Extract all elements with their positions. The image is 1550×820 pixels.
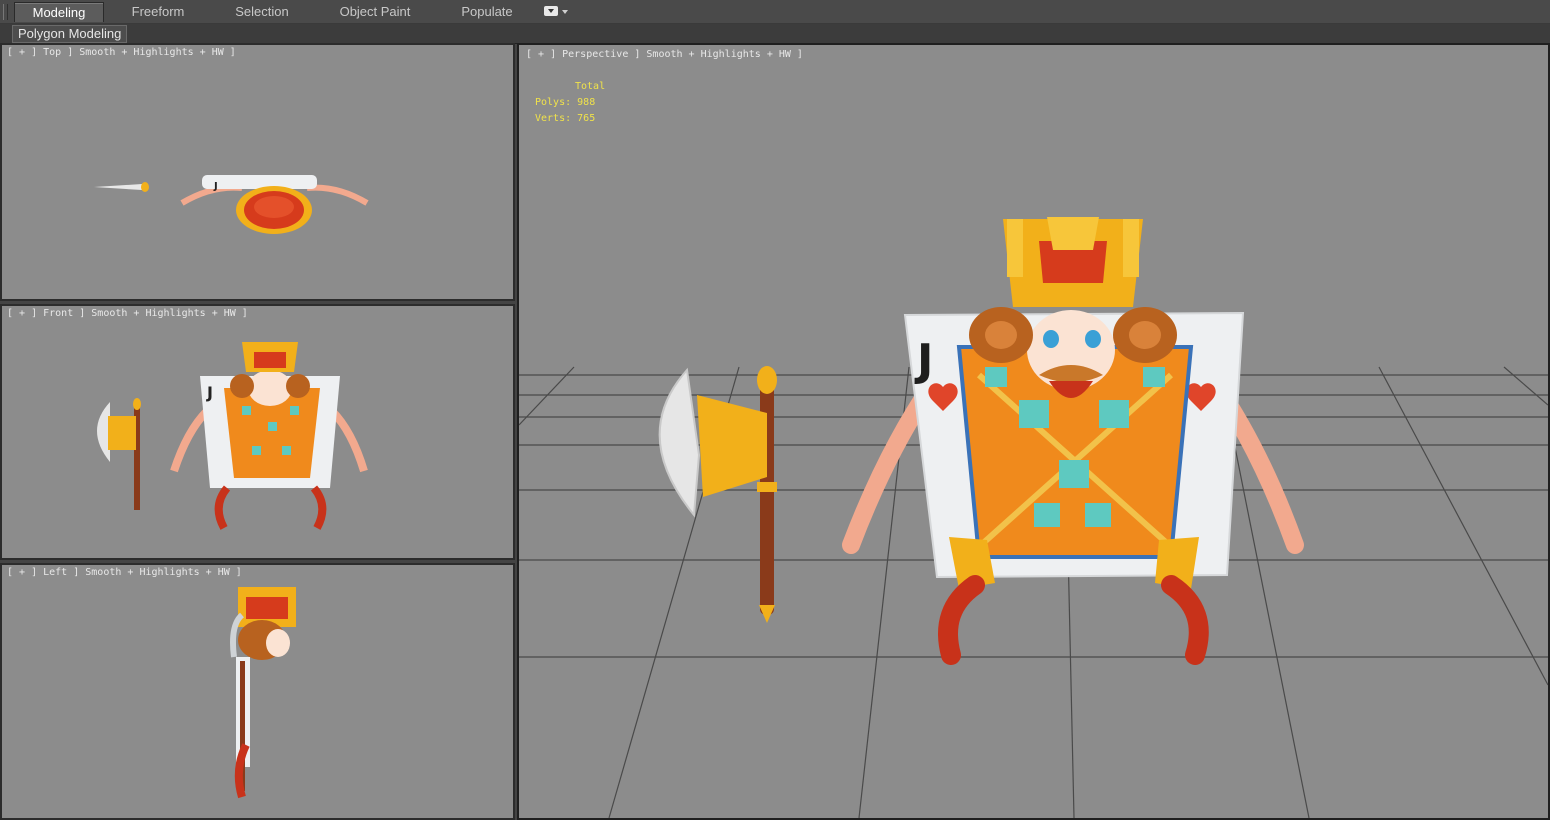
- svg-text:J: J: [213, 181, 218, 192]
- polygon-modeling-panel-button[interactable]: Polygon Modeling: [12, 25, 128, 43]
- tab-object-paint[interactable]: Object Paint: [325, 2, 425, 21]
- tab-populate[interactable]: Populate: [448, 2, 526, 21]
- top-view-model: J: [94, 175, 369, 234]
- viewport-left[interactable]: [ + ] Left ] Smooth + Highlights + HW ]: [0, 563, 515, 820]
- panel-menu-icon[interactable]: [544, 6, 558, 16]
- ribbon-panel-row: Polygon Modeling: [0, 24, 1550, 44]
- chevron-down-icon[interactable]: [562, 10, 568, 14]
- tab-modeling[interactable]: Modeling: [14, 2, 104, 22]
- ribbon-grip-handle[interactable]: [3, 4, 8, 20]
- ribbon-tab-bar: Modeling Freeform Selection Object Paint…: [0, 0, 1550, 24]
- viewport-perspective[interactable]: [ + ] Perspective ] Smooth + Highlights …: [517, 43, 1550, 820]
- left-view-model: [230, 587, 296, 799]
- perspective-view-model: J: [658, 217, 1304, 665]
- viewport-front[interactable]: [ + ] Front ] Smooth + Highlights + HW ]…: [0, 304, 515, 560]
- svg-text:J: J: [914, 335, 933, 386]
- tab-selection[interactable]: Selection: [220, 2, 304, 21]
- tab-freeform[interactable]: Freeform: [115, 2, 201, 21]
- front-view-model: J: [97, 342, 368, 530]
- svg-text:J: J: [206, 383, 213, 402]
- viewport-top[interactable]: [ + ] Top ] Smooth + Highlights + HW ] J: [0, 43, 515, 301]
